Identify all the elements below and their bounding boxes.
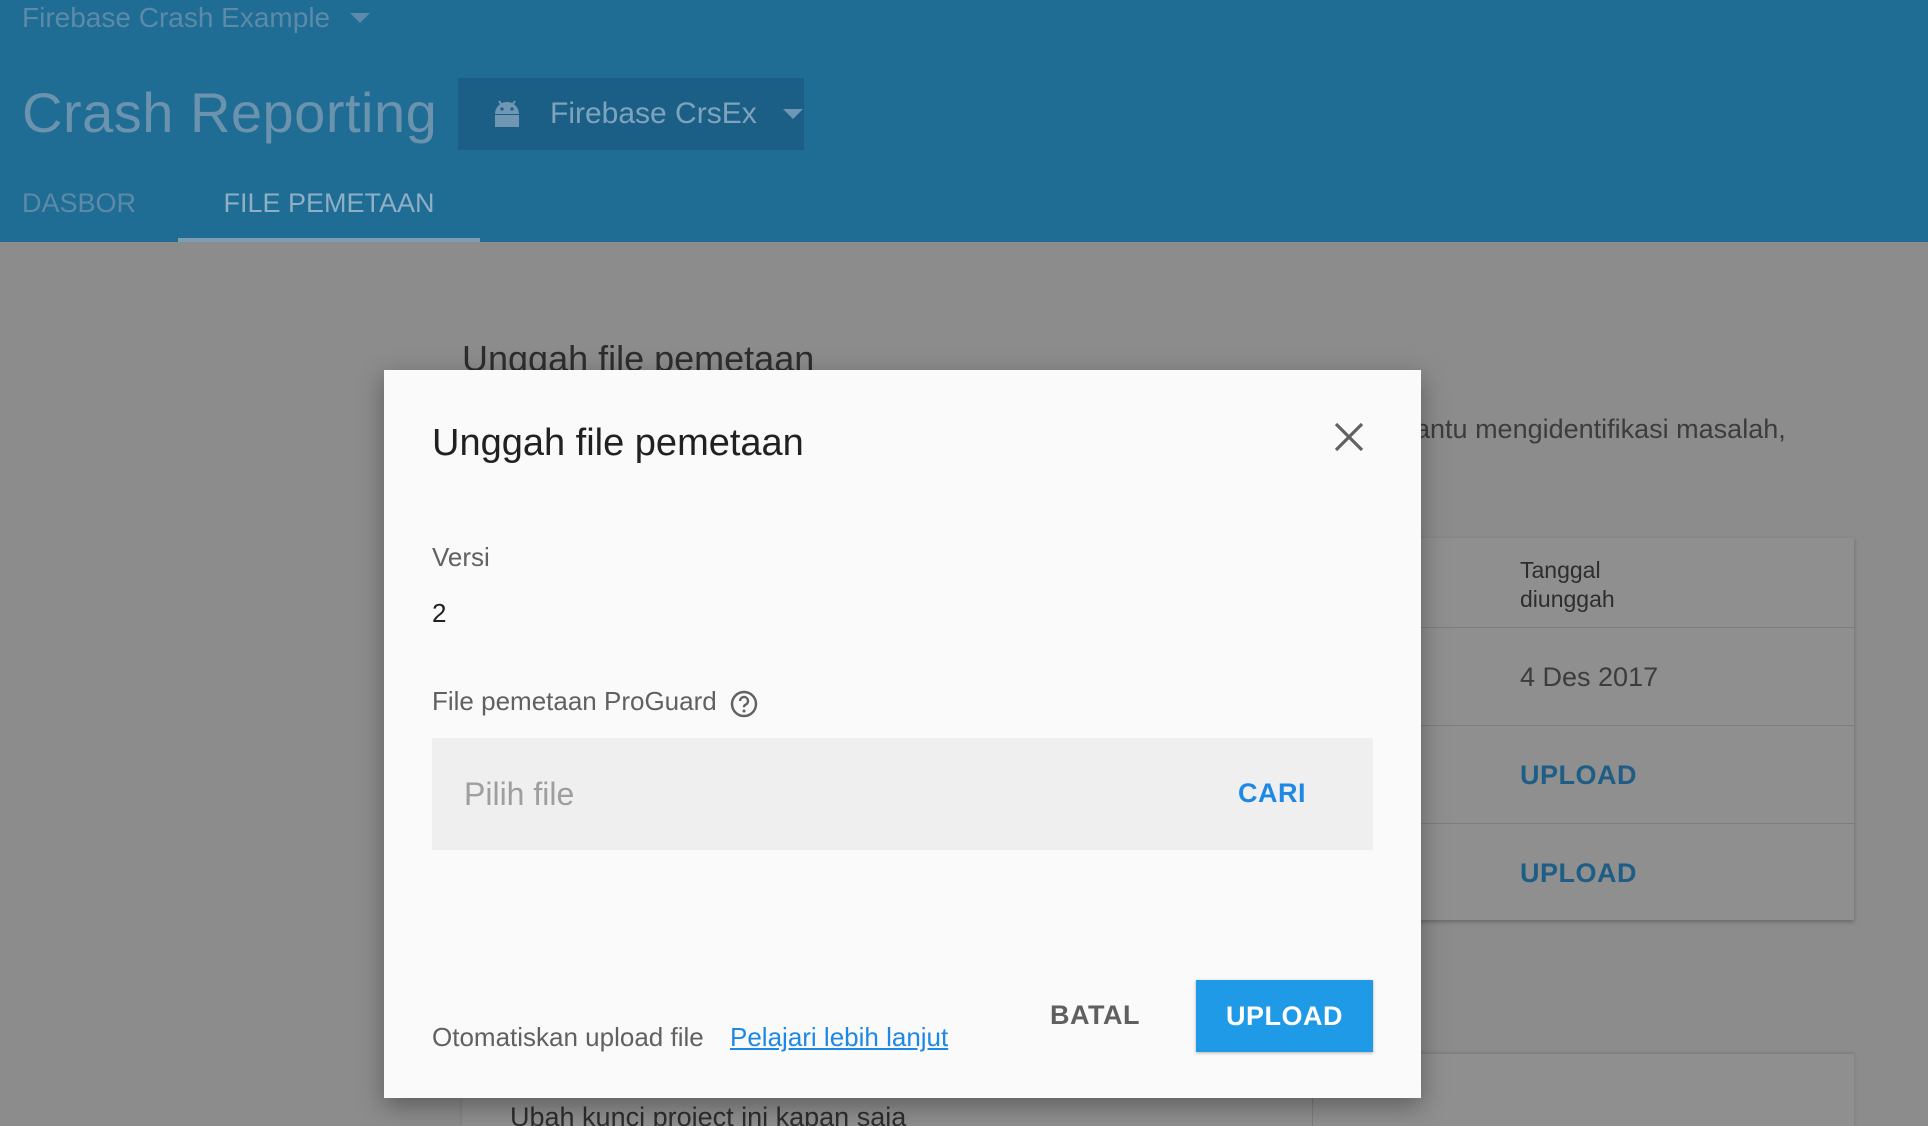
chevron-down-icon [350,13,371,23]
upload-link[interactable]: UPLOAD [1520,760,1637,791]
app-selector[interactable]: Firebase CrsEx [458,78,804,150]
project-selector[interactable]: Firebase Crash Example [22,2,371,34]
version-value: 2 [432,598,447,628]
section-description: bantu mengidentifikasi masalah, [1400,414,1786,444]
cancel-button[interactable]: BATAL [1050,1000,1140,1031]
learn-more-link[interactable]: Pelajari lebih lanjut [730,1022,948,1053]
version-label: Versi [432,542,490,572]
tab-dasbor[interactable]: DASBOR [22,180,178,242]
proguard-label: File pemetaan ProGuard [432,686,717,716]
table-header: Tanggal diunggah [1410,538,1854,628]
table-row: UPLOAD [1410,726,1854,824]
upload-button[interactable]: UPLOAD [1196,980,1373,1052]
help-icon[interactable] [730,690,758,718]
project-key-text: Ubah kunci project ini kapan saja [510,1102,907,1126]
dialog-title: Unggah file pemetaan [432,422,804,464]
table-row: 4 Des 2017 [1410,628,1854,726]
column-header-uploaded-date: Tanggal diunggah [1520,557,1615,612]
app-name: Firebase CrsEx [550,97,757,130]
uploaded-date: 4 Des 2017 [1520,662,1659,692]
upload-link[interactable]: UPLOAD [1520,858,1637,889]
chevron-down-icon [782,109,803,119]
page-title: Crash Reporting [22,81,438,144]
upload-mapping-dialog: Unggah file pemetaan Versi 2 File pemeta… [384,370,1421,1098]
mapping-files-table: Tanggal diunggah 4 Des 2017 UPLOAD UPLOA… [1410,538,1854,920]
tab-bar: DASBOR FILE PEMETAAN [0,180,480,242]
tab-file-pemetaan[interactable]: FILE PEMETAAN [178,180,480,242]
project-name: Firebase Crash Example [22,2,331,33]
file-picker[interactable]: Pilih file CARI [432,738,1373,850]
file-placeholder: Pilih file [464,776,575,812]
browse-button[interactable]: CARI [1238,778,1306,809]
automate-upload-text: Otomatiskan upload file [432,1022,704,1052]
table-row: UPLOAD [1410,824,1854,922]
android-icon [492,100,522,128]
app-header: Firebase Crash Example Crash Reporting F… [0,0,1928,242]
close-icon[interactable] [1326,414,1372,460]
